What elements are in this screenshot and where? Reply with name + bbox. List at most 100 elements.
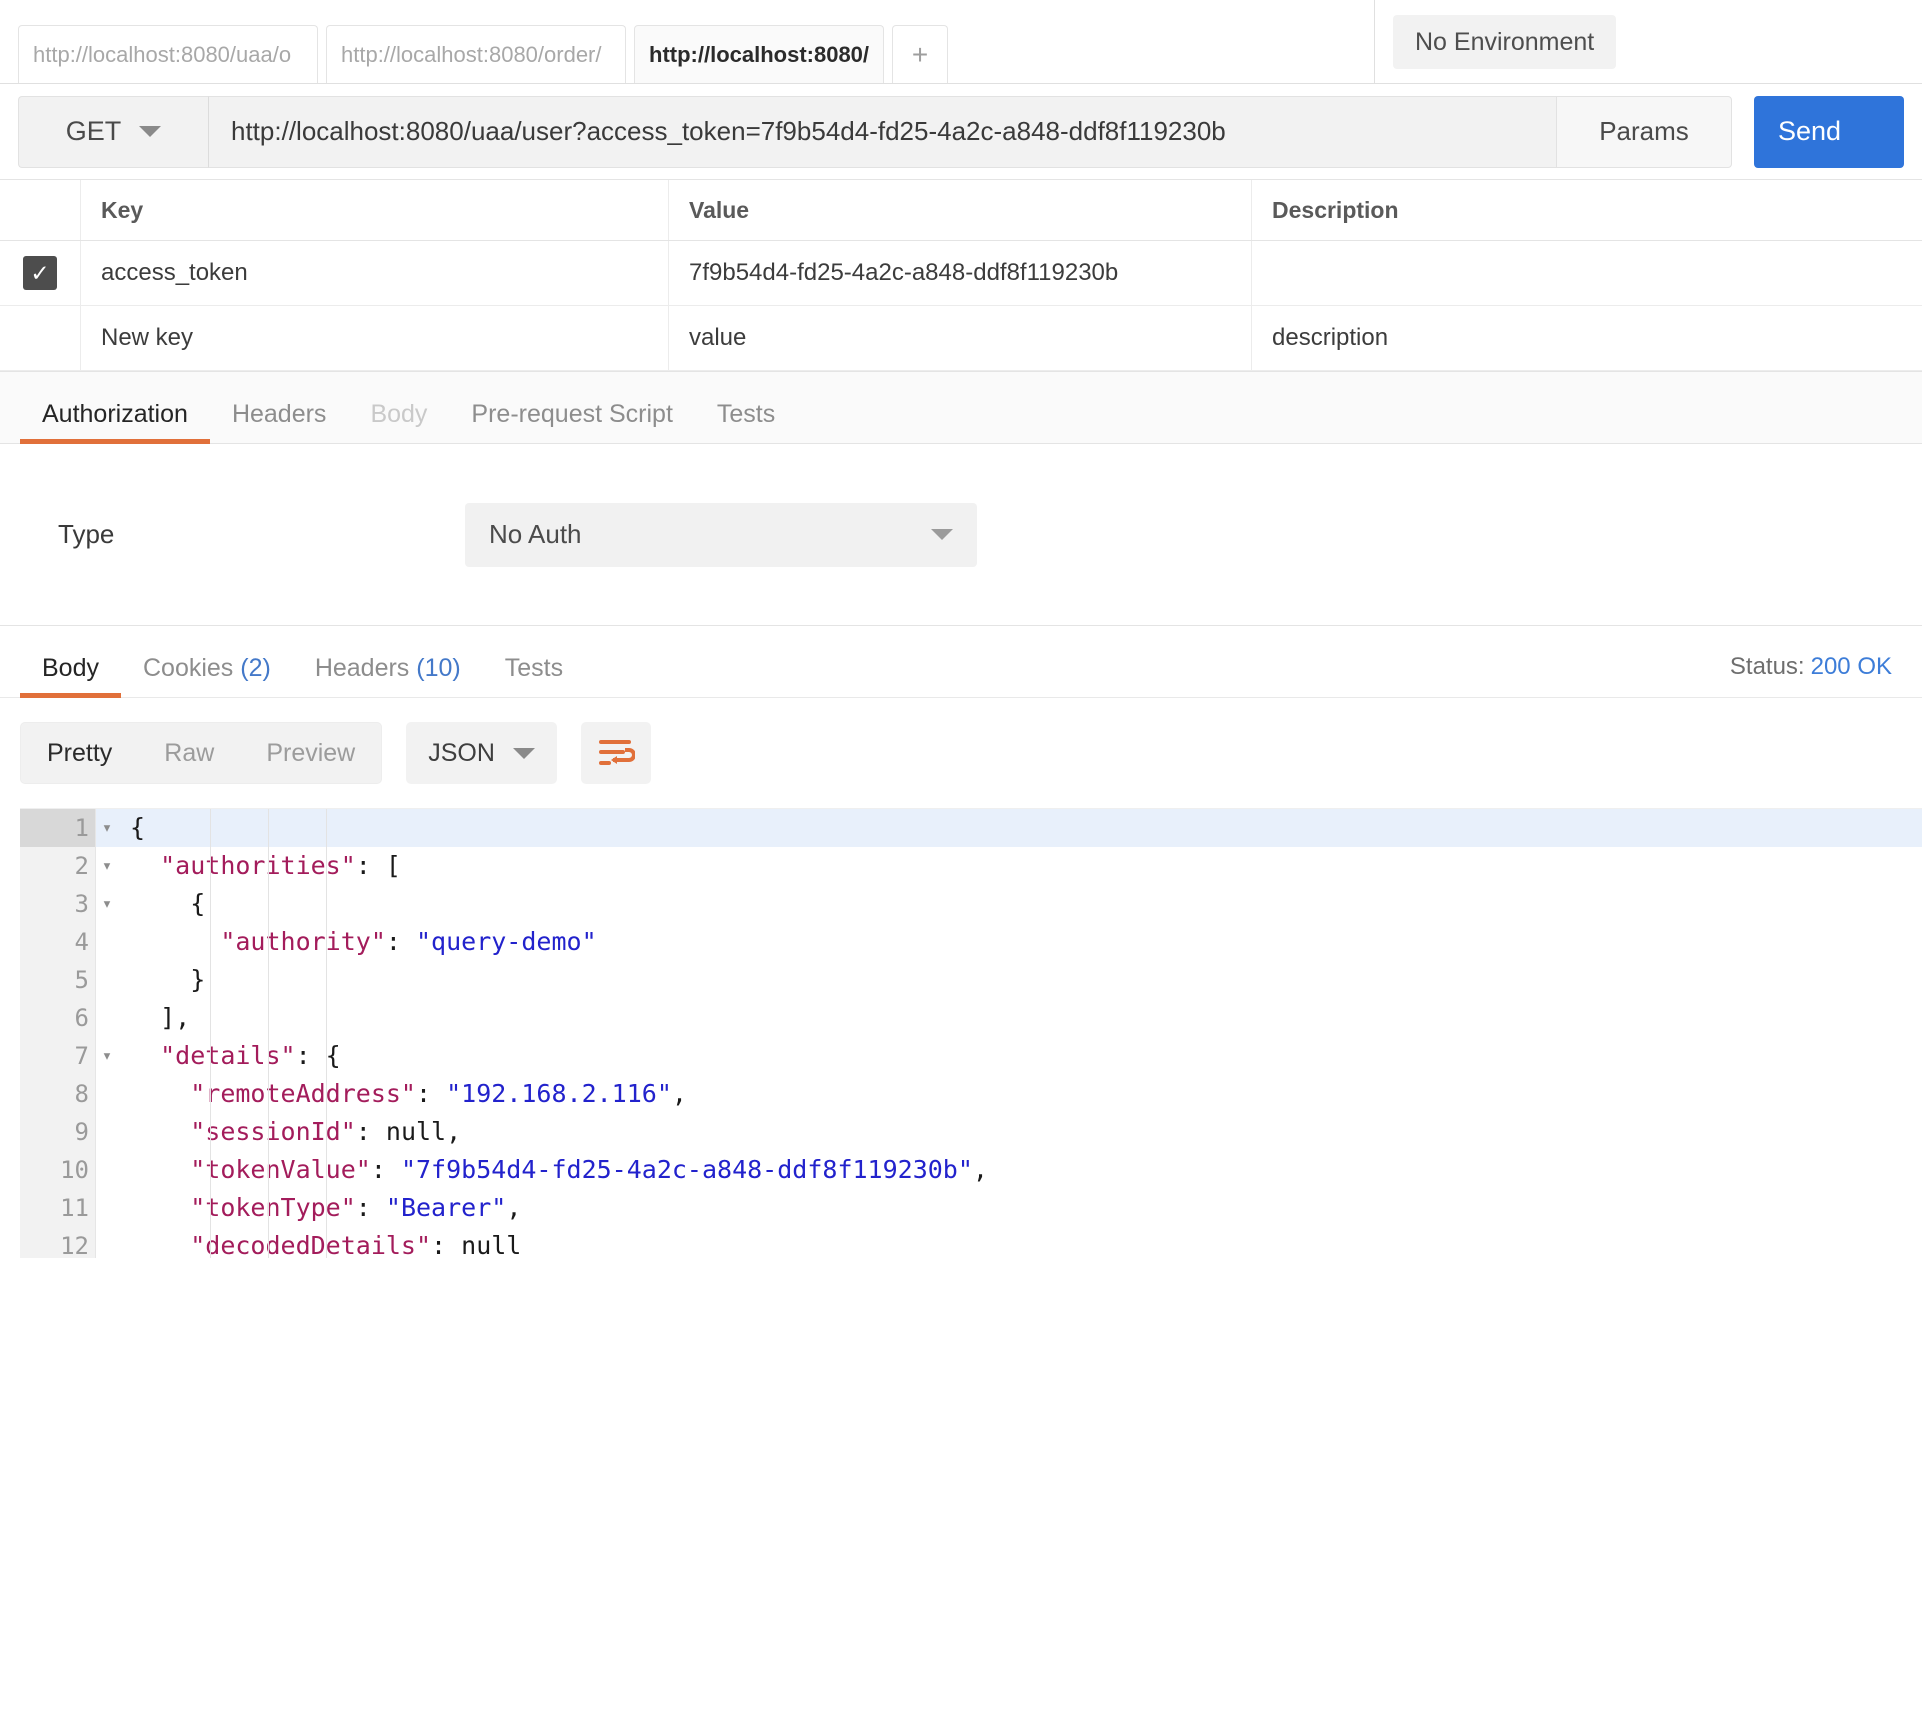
param-enabled-checkbox[interactable]: ✓ [23, 256, 57, 290]
token-k: "authority" [220, 927, 386, 956]
response-section-tabs: Body Cookies (2) Headers (10) Tests Status:… [0, 626, 1922, 698]
params-button[interactable]: Params [1556, 95, 1732, 168]
url-input[interactable]: http://localhost:8080/uaa/user?access_to… [208, 95, 1556, 168]
environment-selector[interactable]: No Environment [1393, 15, 1617, 69]
code-line-source: } [96, 961, 1922, 999]
code-line-source: "remoteAddress": "192.168.2.116", [96, 1075, 1922, 1113]
column-header-description: Description [1251, 180, 1922, 240]
token-pn: , [506, 1193, 522, 1222]
response-format-label: JSON [428, 738, 495, 767]
send-button[interactable]: Send [1754, 95, 1904, 168]
chevron-down-icon [139, 126, 162, 137]
request-tab-1[interactable]: http://localhost:8080/order/ [326, 25, 626, 83]
http-method-select[interactable]: GET [18, 95, 208, 168]
tab-tests[interactable]: Tests [695, 400, 797, 443]
token-s: "7f9b54d4-fd25-4a2c-a848-ddf8f119230b" [400, 1155, 973, 1184]
param-description-input[interactable] [1251, 241, 1922, 305]
header-check-cell [0, 180, 80, 240]
line-number: 5 [20, 961, 96, 999]
word-wrap-icon [598, 740, 635, 765]
tab-pre-request-script[interactable]: Pre-request Script [449, 400, 694, 443]
auth-type-value: No Auth [489, 519, 582, 549]
new-param-description-input[interactable]: description [1251, 306, 1922, 370]
tab-body[interactable]: Body [348, 400, 449, 443]
response-format-select[interactable]: JSON [406, 722, 557, 784]
code-line-source: { [96, 885, 1922, 923]
token-k: "details" [160, 1041, 296, 1070]
code-line-source: { [96, 809, 1922, 847]
chevron-down-icon [512, 747, 535, 759]
response-tab-count: (2) [233, 654, 271, 682]
word-wrap-button[interactable] [580, 722, 651, 784]
response-tab-label: Cookies [142, 654, 234, 682]
token-k: "sessionId" [190, 1117, 356, 1146]
response-tab-cookies[interactable]: Cookies (2) [121, 654, 293, 697]
request-section-tabs: Authorization Headers Body Pre-request Scri… [0, 372, 1922, 444]
code-line-source: "sessionId": null, [96, 1113, 1922, 1151]
request-tab-label: http://localhost:8080/uaa/o [33, 41, 292, 67]
code-line-source: "decodedDetails": null [96, 1227, 1922, 1258]
fold-toggle-icon[interactable]: ▾ [97, 1037, 117, 1075]
line-number: 3 ▾ [20, 885, 112, 923]
fold-toggle-icon[interactable]: ▾ [97, 847, 117, 885]
token-k: "tokenValue" [190, 1155, 371, 1184]
view-mode-pretty[interactable]: Pretty [21, 723, 138, 783]
status-badge: Status: 200 OK [1730, 653, 1892, 681]
code-line: 4 "authority": "query-demo" [20, 923, 1922, 961]
table-row: ✓ access_token 7f9b54d4-fd25-4a2c-a848-d… [0, 241, 1922, 306]
line-number: 11 [20, 1189, 96, 1227]
tab-headers[interactable]: Headers [210, 400, 349, 443]
auth-type-label: Type [58, 519, 115, 549]
response-body-code[interactable]: 1 ▾ {2 ▾ "authorities": [3 ▾ {4 "authority":… [20, 808, 1922, 1258]
code-line-source: "tokenValue": "7f9b54d4-fd25-4a2c-a848-d… [96, 1151, 1922, 1189]
view-mode-raw[interactable]: Raw [138, 723, 240, 783]
close-icon[interactable]: × [883, 43, 884, 66]
token-k: "remoteAddress" [190, 1079, 416, 1108]
token-k: "decodedDetails" [190, 1231, 432, 1258]
new-tab-button[interactable]: + [892, 25, 948, 83]
auth-type-select[interactable]: No Auth [465, 502, 977, 567]
http-method-label: GET [65, 116, 122, 146]
request-tab-0[interactable]: http://localhost:8080/uaa/o [18, 25, 318, 83]
fold-toggle-icon[interactable]: ▾ [97, 809, 117, 847]
line-number: 9 [20, 1113, 96, 1151]
code-line-source: "details": { [96, 1037, 1922, 1075]
response-tab-body[interactable]: Body [20, 654, 121, 698]
code-line-source: ], [96, 999, 1922, 1037]
indent-guide [326, 809, 327, 1258]
code-line: 12 "decodedDetails": null [20, 1227, 1922, 1258]
fold-toggle-icon[interactable]: ▾ [97, 885, 117, 923]
row-checkbox-cell: ✓ [0, 241, 80, 305]
line-number: 2 ▾ [20, 847, 112, 885]
view-mode-preview[interactable]: Preview [240, 723, 381, 783]
response-tab-label: Tests [504, 654, 564, 682]
response-tab-count: (10) [409, 654, 461, 682]
new-param-key-input[interactable]: New key [80, 306, 668, 370]
line-number: 12 [20, 1227, 96, 1258]
request-tab-label: http://localhost:8080/ [649, 41, 870, 67]
tab-list: http://localhost:8080/uaa/o http://localh… [18, 25, 892, 83]
request-tab-label: http://localhost:8080/order/ [341, 41, 602, 67]
param-value-input[interactable]: 7f9b54d4-fd25-4a2c-a848-ddf8f119230b [668, 241, 1251, 305]
param-key-input[interactable]: access_token [80, 241, 668, 305]
token-s: "Bearer" [385, 1193, 507, 1222]
new-param-value-input[interactable]: value [668, 306, 1251, 370]
response-tab-tests[interactable]: Tests [483, 654, 585, 697]
code-line: 5 } [20, 961, 1922, 999]
token-pn: : [385, 927, 416, 956]
request-tab-2[interactable]: http://localhost:8080/ × [634, 25, 884, 83]
tab-authorization[interactable]: Authorization [20, 400, 210, 444]
response-tab-label: Headers [314, 654, 410, 682]
token-s: "192.168.2.116" [446, 1079, 672, 1108]
token-pn: { [190, 889, 206, 918]
response-tab-headers[interactable]: Headers (10) [293, 654, 483, 697]
token-pn: : [431, 1231, 462, 1258]
